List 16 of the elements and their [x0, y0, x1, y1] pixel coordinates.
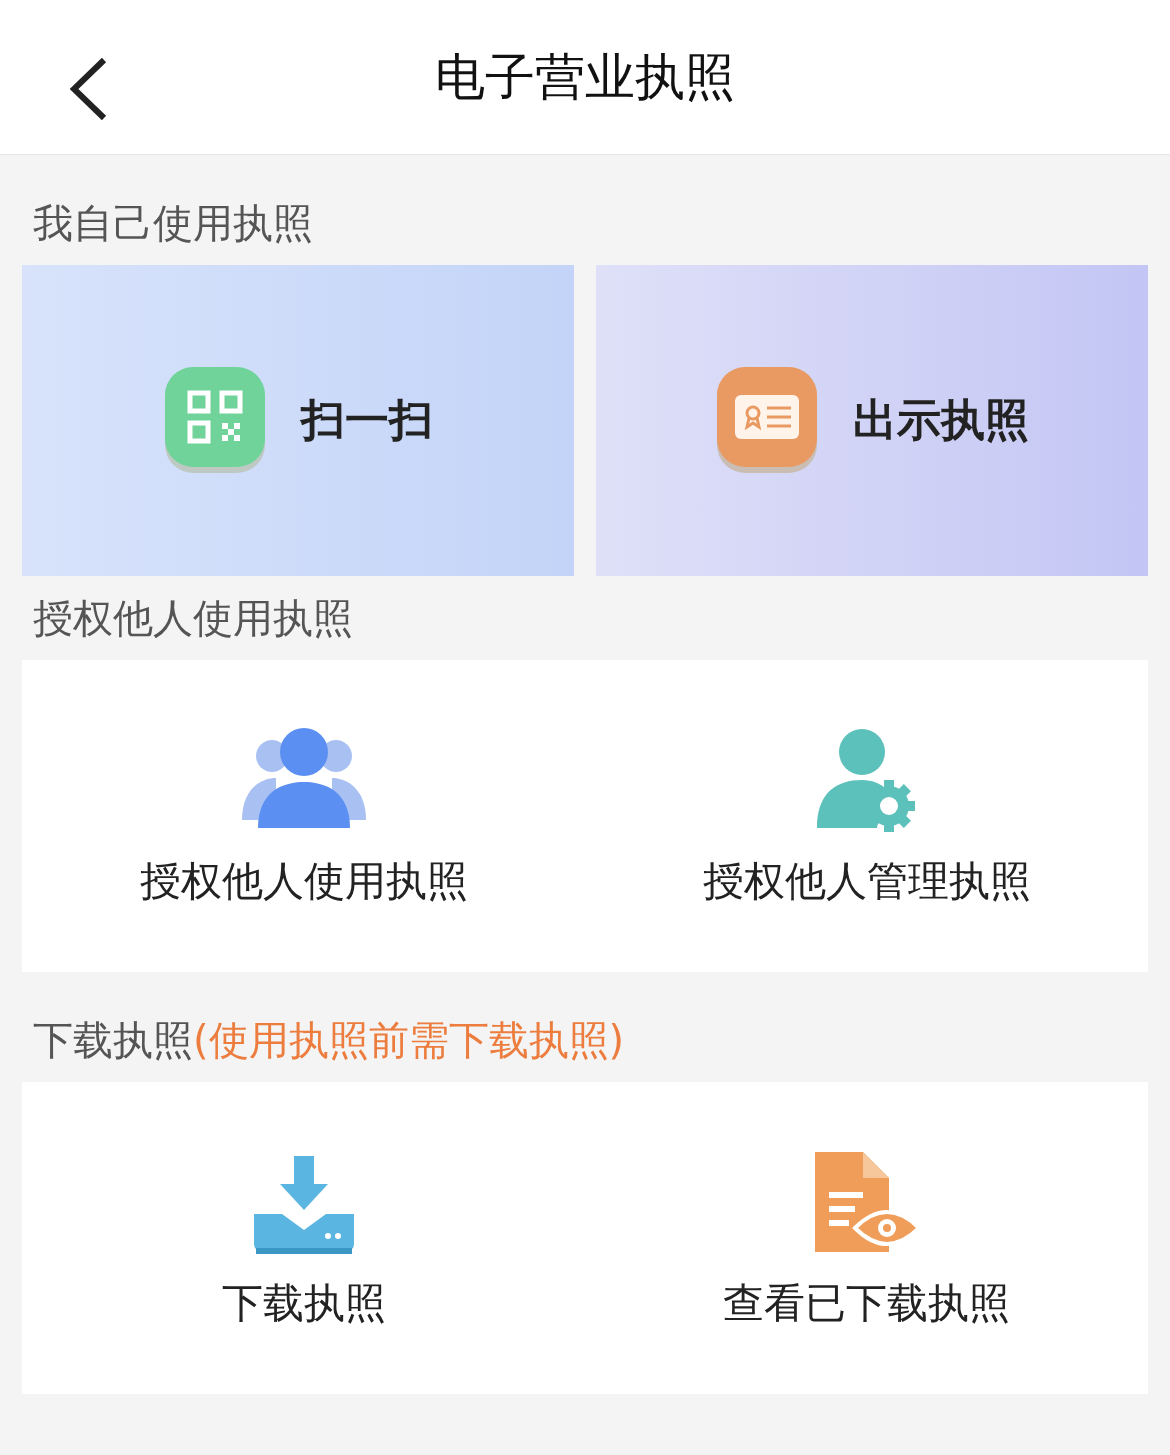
menu-item[interactable]: 查看已下载执照	[585, 1082, 1148, 1394]
section-note: (使用执照前需下载执照)	[193, 1015, 625, 1065]
section-title: 我自己使用执照	[33, 198, 313, 248]
action-tile[interactable]: 扫一扫	[22, 265, 574, 576]
document-eye-icon	[814, 1151, 919, 1254]
menu-item[interactable]: 授权他人管理执照	[585, 660, 1148, 972]
section-title: 授权他人使用执照	[33, 593, 353, 643]
section-title: 下载执照	[33, 1015, 193, 1065]
page-title: 电子营业执照	[435, 46, 735, 108]
user-gear-icon	[816, 727, 917, 832]
qr-code-icon	[163, 366, 267, 475]
certificate-icon	[715, 366, 819, 475]
menu-item[interactable]: 下载执照	[22, 1082, 585, 1394]
action-tile[interactable]: 出示执照	[596, 265, 1148, 576]
download-icon	[253, 1155, 354, 1254]
menu-item[interactable]: 授权他人使用执照	[22, 660, 585, 972]
